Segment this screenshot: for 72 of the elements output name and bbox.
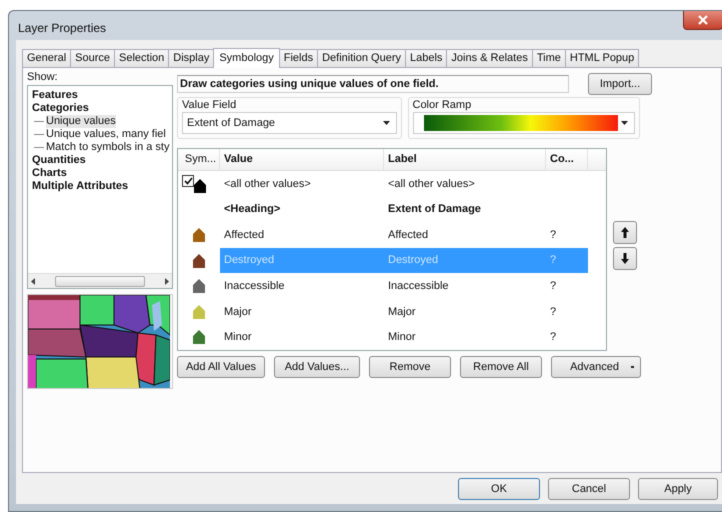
tab[interactable]: HTML Popup xyxy=(564,49,640,67)
table-cell-text: Inaccessible xyxy=(223,278,286,294)
scroll-right-icon xyxy=(165,278,169,284)
value-field-label: Value Field xyxy=(182,98,238,112)
import-button[interactable]: Import... xyxy=(588,73,652,95)
tree-item[interactable]: Unique values xyxy=(46,115,116,128)
show-label: Show: xyxy=(27,71,59,83)
checkbox[interactable] xyxy=(182,174,194,187)
dropdown-caret-icon xyxy=(383,121,390,125)
list-button[interactable]: Remove All xyxy=(460,356,542,378)
table-cell-text: ? xyxy=(549,253,558,268)
tab[interactable]: Joins & Relates xyxy=(446,49,533,67)
table-cell-text: <all other values> xyxy=(387,176,476,192)
description-text: Draw categories using unique values of one field. xyxy=(177,75,569,93)
column-header[interactable]: Label xyxy=(384,149,546,170)
table-cell-text: ? xyxy=(549,330,558,346)
tab[interactable]: Source xyxy=(70,49,115,67)
tree-item[interactable]: Features xyxy=(32,89,172,102)
table-cell-text: Minor xyxy=(387,330,417,346)
color-ramp-label: Color Ramp xyxy=(412,98,472,112)
scroll-left-icon xyxy=(31,278,35,284)
tab[interactable]: Symbology xyxy=(213,48,280,68)
window-title: Layer Properties xyxy=(18,20,106,37)
table-cell-text: Major xyxy=(223,304,253,320)
dialog-button[interactable]: OK xyxy=(458,478,540,500)
table-cell-text: Affected xyxy=(223,228,266,243)
value-field-dropdown[interactable]: Extent of Damage xyxy=(182,112,397,134)
list-button[interactable]: Add Values... xyxy=(274,356,360,378)
table-cell-text: <Heading> xyxy=(223,202,282,218)
up-arrow-icon xyxy=(620,227,628,238)
tab[interactable]: Fields xyxy=(278,49,318,67)
table-cell-text: <all other values> xyxy=(223,176,312,192)
tree-item[interactable]: Multiple Attributes xyxy=(32,180,172,193)
list-button[interactable]: Add All Values xyxy=(177,356,265,378)
tree-item[interactable]: Unique values, many fiel xyxy=(46,128,166,141)
color-ramp-dropdown[interactable] xyxy=(412,112,634,134)
tab[interactable]: Labels xyxy=(404,49,448,67)
table-cell-text: ? xyxy=(549,278,558,294)
down-arrow-icon xyxy=(620,252,628,264)
dialog-button[interactable]: Apply xyxy=(638,478,718,500)
tree-item[interactable]: Quantities xyxy=(32,154,172,167)
table-cell-text: Destroyed xyxy=(387,253,440,268)
tab[interactable]: Time xyxy=(532,49,566,67)
horizontal-scrollbar[interactable] xyxy=(28,273,172,288)
dropdown-caret-icon xyxy=(620,121,628,125)
tab[interactable]: General xyxy=(22,49,72,67)
dialog-button[interactable]: Cancel xyxy=(548,478,630,500)
close-button[interactable] xyxy=(683,11,722,30)
dropdown-caret-icon xyxy=(631,366,634,368)
table-cell-text: ? xyxy=(549,304,558,320)
tab[interactable]: Display xyxy=(168,49,214,67)
table-cell-text: Inaccessible xyxy=(387,278,450,294)
table-cell-text: Major xyxy=(387,304,417,320)
column-header[interactable]: Sym... xyxy=(178,149,220,170)
close-icon xyxy=(698,15,708,25)
tab[interactable]: Definition Query xyxy=(317,49,406,67)
table-cell-text: ? xyxy=(549,228,558,243)
table-cell-text: Extent of Damage xyxy=(387,202,482,218)
list-button[interactable]: Advanced xyxy=(551,356,641,378)
tree-item[interactable]: Categories xyxy=(32,102,172,115)
move-down-button[interactable] xyxy=(612,246,636,270)
value-field-value: Extent of Damage xyxy=(187,116,276,131)
tab[interactable]: Selection xyxy=(114,49,170,67)
tree-item[interactable]: Charts xyxy=(32,167,172,180)
table-cell-text: Destroyed xyxy=(223,253,276,268)
move-up-button[interactable] xyxy=(612,221,636,244)
table-cell-text: Affected xyxy=(387,228,430,243)
column-header[interactable]: Co... xyxy=(546,149,588,170)
table-cell-text: Minor xyxy=(223,330,253,346)
list-button[interactable]: Remove xyxy=(369,356,451,378)
tree-item[interactable]: Match to symbols in a sty xyxy=(46,141,170,154)
column-header[interactable]: Value xyxy=(220,149,384,170)
